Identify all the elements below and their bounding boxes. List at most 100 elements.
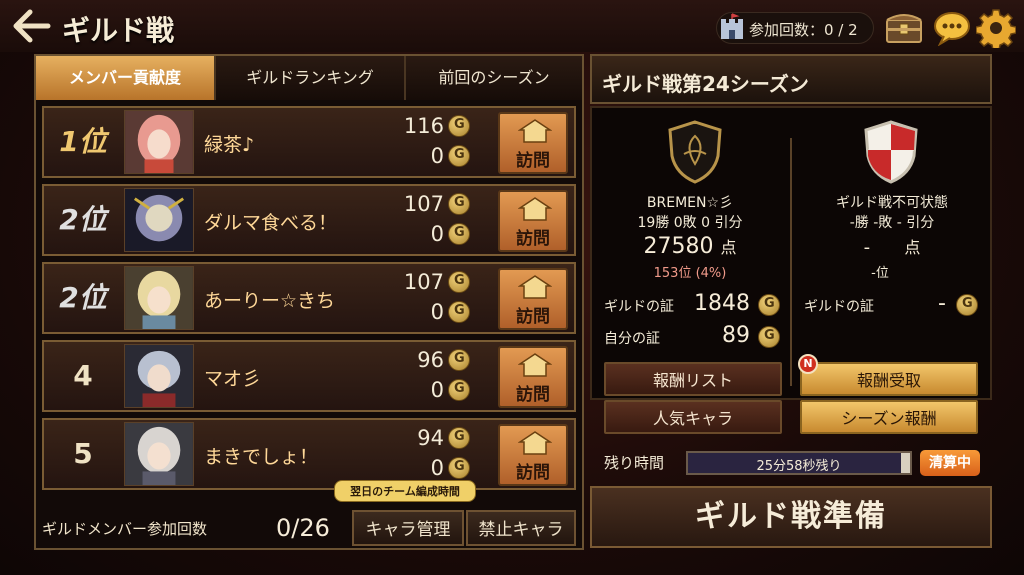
member-contribution-panel: メンバー貢献度 ギルドランキング 前回のシーズン 1位 緑茶♪ 116 0 訪問… [34, 54, 584, 550]
gear-icon[interactable] [976, 8, 1016, 48]
contribution-primary: 96 [417, 348, 470, 372]
team-time-tooltip: 翌日のチーム編成時間 [334, 480, 476, 502]
self-proof-value: 89 [722, 323, 750, 348]
guild-stats: BREMEN☆彡 19勝 0敗 0 引分 27580 点 153位 (4%) ギ… [590, 106, 992, 400]
visit-button[interactable]: 訪問 [498, 112, 568, 174]
guild-proof-label: ギルドの証 [604, 299, 674, 315]
season-header: ギルド戦第24シーズン [590, 54, 992, 104]
member-avatar[interactable] [124, 110, 194, 174]
member-row: 2位 ダルマ食べる！ 107 0 訪問 [42, 184, 576, 256]
visit-button[interactable]: 訪問 [498, 424, 568, 486]
new-badge: N [798, 354, 818, 374]
guild-coin-icon [448, 115, 470, 137]
member-participation-label: ギルドメンバー参加回数 [42, 520, 208, 538]
guild-coin-icon [758, 326, 780, 348]
opponent-record: -勝 -敗 - 引分 [849, 215, 935, 231]
member-avatar[interactable] [124, 344, 194, 408]
member-row: 4 マオ彡 96 0 訪問 [42, 340, 576, 412]
member-row: 5 まきでしょ！ 94 0 訪問 [42, 418, 576, 490]
guild-proof-value: 1848 [694, 291, 750, 316]
contribution-primary: 107 [404, 192, 470, 216]
member-footer: ギルドメンバー参加回数 0/26 翌日のチーム編成時間 キャラ管理 禁止キャラ [36, 480, 582, 548]
chara-manage-button[interactable]: キャラ管理 [352, 510, 464, 546]
guild-coin-icon [448, 193, 470, 215]
page-title: ギルド戦 [62, 14, 175, 47]
guild-coin-icon [448, 457, 470, 479]
participation-counter: 参加回数：0 / 2 [716, 12, 874, 44]
member-avatar[interactable] [124, 422, 194, 486]
self-proof-label: 自分の証 [604, 331, 660, 347]
member-name: まきでしょ！ [204, 446, 319, 468]
guild-coin-icon [448, 427, 470, 449]
rank-label: 2位 [59, 281, 107, 314]
house-icon [518, 119, 552, 143]
contribution-primary: 94 [417, 426, 470, 450]
top-bar: ギルド戦 参加回数：0 / 2 [0, 0, 1024, 52]
member-row: 1位 緑茶♪ 116 0 訪問 [42, 106, 576, 178]
rank-label: 1位 [59, 125, 107, 158]
guild-war-prepare-button[interactable]: ギルド戦準備 [590, 486, 992, 548]
contribution-secondary: 0 [431, 378, 470, 402]
visit-button[interactable]: 訪問 [498, 190, 568, 252]
house-icon [518, 431, 552, 455]
guild-coin-icon [448, 271, 470, 293]
remaining-time-text: 25分58秒残り [756, 459, 842, 474]
guild-coin-icon [758, 294, 780, 316]
member-name: 緑茶♪ [204, 134, 255, 156]
tab-bar: メンバー貢献度 ギルドランキング 前回のシーズン [36, 56, 582, 100]
guild-coin-icon [448, 223, 470, 245]
banned-chara-button[interactable]: 禁止キャラ [466, 510, 576, 546]
treasure-chest-icon[interactable] [884, 10, 924, 46]
rank-label: 2位 [59, 203, 107, 236]
tab-member-contribution[interactable]: メンバー貢献度 [36, 56, 216, 100]
opponent-rank: -位 [871, 266, 889, 281]
guild-name: BREMEN☆彡 [646, 195, 734, 211]
house-icon [518, 197, 552, 221]
remaining-time-row: 残り時間 25分58秒残り 清算中 [590, 446, 992, 478]
contribution-secondary: 0 [431, 300, 470, 324]
guild-rank: 153位 (4%) [653, 266, 727, 281]
visit-button[interactable]: 訪問 [498, 268, 568, 330]
guild-record: 19勝 0敗 0 引分 [637, 215, 743, 231]
chat-icon[interactable] [932, 10, 972, 46]
guild-coin-icon [956, 294, 978, 316]
tab-guild-ranking[interactable]: ギルドランキング [216, 56, 406, 100]
guild-coin-icon [448, 145, 470, 167]
popular-chara-button[interactable]: 人気キャラ [604, 400, 782, 434]
member-avatar[interactable] [124, 266, 194, 330]
visit-button[interactable]: 訪問 [498, 346, 568, 408]
guild-coin-icon [448, 379, 470, 401]
castle-icon [721, 13, 743, 39]
opponent-proof-label: ギルドの証 [804, 299, 874, 315]
member-avatar[interactable] [124, 188, 194, 252]
guild-emblem-icon [668, 120, 722, 184]
member-row: 2位 あーりー☆きち 107 0 訪問 [42, 262, 576, 334]
opponent-proof-value: - [938, 291, 946, 316]
reward-list-button[interactable]: 報酬リスト [604, 362, 782, 396]
tab-previous-season[interactable]: 前回のシーズン [406, 56, 582, 100]
opponent-points: - 点 [863, 237, 921, 258]
guild-points: 27580 点 [643, 234, 737, 259]
reward-receive-button[interactable]: 報酬受取 [800, 362, 978, 396]
guild-coin-icon [448, 349, 470, 371]
house-icon [518, 275, 552, 299]
season-panel: ギルド戦第24シーズン BREMEN☆彡 19勝 0敗 0 引分 27580 点… [590, 54, 994, 550]
contribution-primary: 116 [404, 114, 470, 138]
member-participation-count: 0/26 [276, 514, 330, 542]
rank-label: 5 [73, 437, 93, 470]
contribution-secondary: 0 [431, 144, 470, 168]
settling-badge: 清算中 [920, 450, 980, 476]
house-icon [518, 353, 552, 377]
guild-coin-icon [448, 301, 470, 323]
season-reward-button[interactable]: シーズン報酬 [800, 400, 978, 434]
contribution-secondary: 0 [431, 456, 470, 480]
member-name: あーりー☆きち [204, 290, 336, 312]
season-title: ギルド戦第24シーズン [602, 72, 809, 96]
member-name: ダルマ食べる！ [204, 212, 338, 234]
contribution-primary: 107 [404, 270, 470, 294]
rank-label: 4 [73, 359, 93, 392]
back-arrow-icon[interactable] [12, 8, 52, 44]
remaining-time-bar: 25分58秒残り [686, 451, 912, 475]
opponent-emblem-icon [864, 120, 918, 184]
opponent-status: ギルド戦不可状態 [836, 195, 948, 211]
